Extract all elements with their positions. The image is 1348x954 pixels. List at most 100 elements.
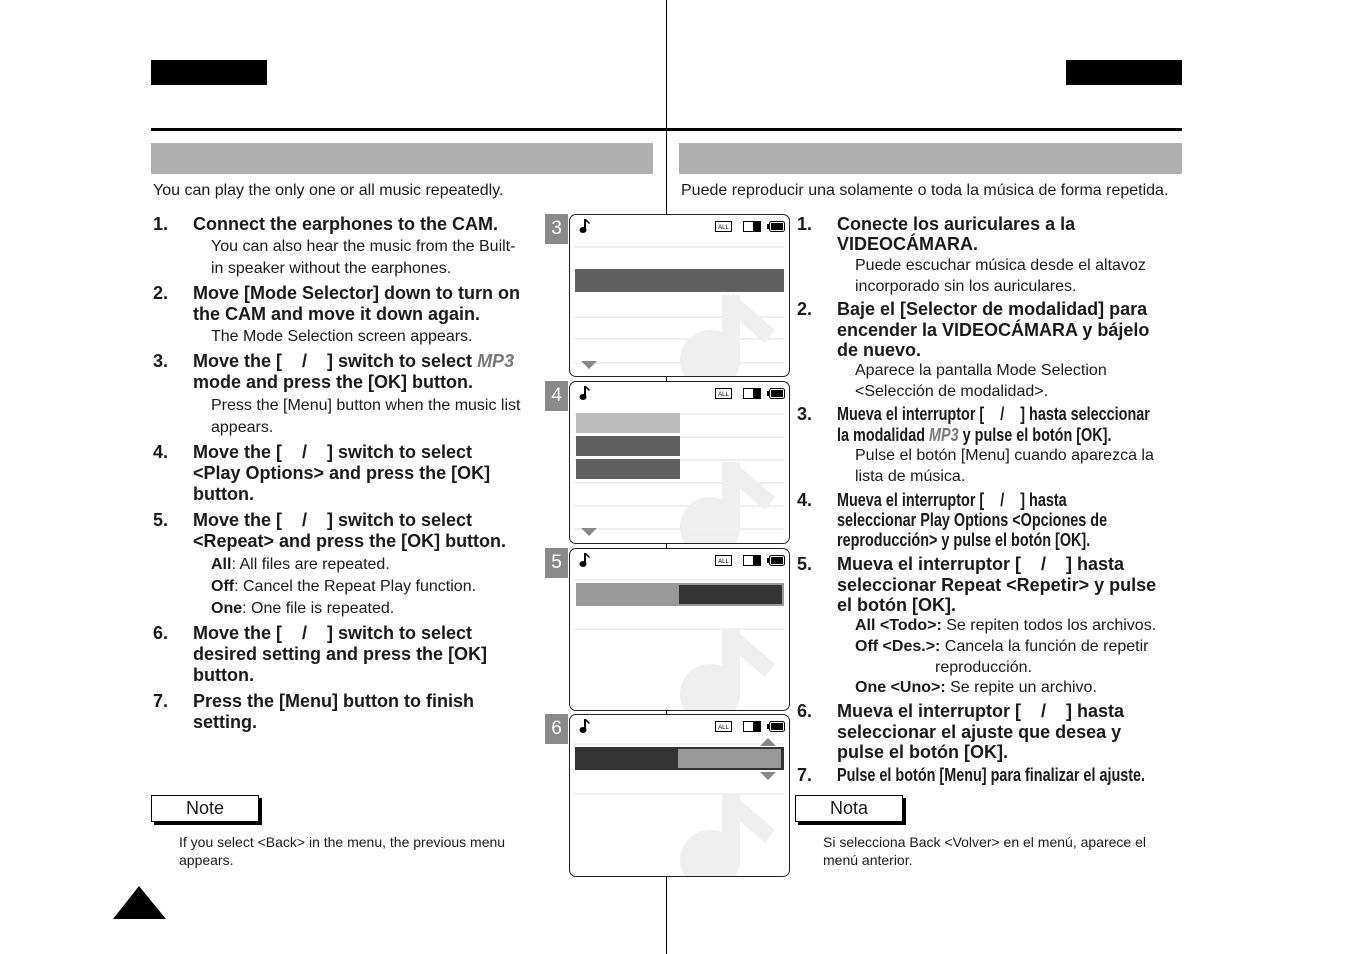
svg-text:ALL: ALL	[718, 559, 729, 565]
section-title-bar-spanish	[679, 143, 1182, 174]
option-desc: Se repite un archivo.	[945, 679, 1097, 696]
battery-icon	[767, 721, 785, 732]
option-all: All: All files are repeated.	[211, 554, 390, 576]
header-rule	[151, 128, 1182, 131]
step-subtext: You can also hear the music from the Bui…	[211, 238, 516, 277]
step-text: Baje el [Selector de modalidad] para enc…	[837, 299, 1150, 360]
menu-divider	[575, 482, 784, 484]
option-off: Off: Cancel the Repeat Play function.	[211, 576, 476, 598]
svg-text:ALL: ALL	[718, 725, 729, 731]
menu-divider	[575, 316, 784, 318]
intro-text: Puede reproducir una solamente o toda la…	[681, 182, 1169, 199]
step-number: 2.	[797, 299, 813, 319]
lcd-screen-step-6: ALL	[569, 714, 790, 877]
menu-divider	[575, 528, 784, 530]
note-label: Note	[151, 795, 259, 822]
step-text: Connect the earphones to the CAM.	[193, 214, 499, 234]
repeat-all-icon: ALL	[715, 721, 732, 732]
repeat-value-box[interactable]	[679, 585, 782, 604]
step-number: 6.	[797, 701, 813, 721]
step-number: 6.	[153, 623, 169, 643]
step-subtext: The Mode Selection screen appears.	[211, 328, 473, 345]
scroll-down-arrow-icon[interactable]	[581, 528, 597, 536]
step-number: 3.	[797, 404, 813, 424]
repeat-value-box-selected[interactable]	[678, 749, 781, 768]
option-desc: : All files are repeated.	[231, 556, 390, 573]
music-note-icon	[579, 219, 590, 233]
menu-item[interactable]	[576, 459, 680, 479]
option-one: One <Uno>: Se repite un archivo.	[855, 677, 1097, 698]
scroll-up-arrow-icon[interactable]	[760, 738, 776, 746]
repeat-all-icon: ALL	[715, 388, 732, 399]
repeat-all-icon: ALL	[715, 221, 732, 232]
music-note-icon	[579, 553, 590, 567]
step-text: Mueva el interruptor [ / ] hasta selecci…	[837, 404, 1228, 446]
music-note-watermark	[680, 460, 775, 543]
step-number: 5.	[153, 510, 169, 530]
screen-step-number: 5	[545, 548, 568, 578]
step-subtext: Aparece la pantalla Mode Selection <Sele…	[855, 362, 1107, 400]
scroll-down-arrow-icon[interactable]	[760, 772, 776, 780]
step-text-part: y pulse el botón [OK].	[958, 425, 1112, 445]
option-desc: : One file is repeated.	[242, 600, 395, 617]
battery-icon	[767, 221, 785, 232]
step-text: Mueva el interruptor [ / ] hasta selecci…	[837, 701, 1125, 762]
svg-text:ALL: ALL	[718, 225, 729, 231]
menu-divider	[575, 743, 784, 745]
manual-page: You can play the only one or all music r…	[0, 0, 1348, 954]
internal-memory-icon	[743, 388, 761, 399]
option-off: Off <Des.>: Cancela la función de repeti…	[855, 636, 1148, 678]
step-number: 7.	[797, 765, 813, 785]
step-text: Move the [ / ] switch to select <Repeat>…	[193, 510, 507, 551]
step-text: Mueva el interruptor [ / ] hasta selecci…	[837, 490, 1175, 550]
svg-text:ALL: ALL	[718, 392, 729, 398]
step-number: 3.	[153, 351, 169, 371]
step-text: Move the [ / ] switch to select <Play Op…	[193, 442, 491, 504]
screen-step-number: 4	[545, 381, 568, 411]
step-text: Move [Mode Selector] down to turn on the…	[193, 283, 520, 324]
step-text-part: mode and press the [OK] button.	[193, 372, 474, 392]
menu-divider	[575, 362, 784, 364]
step-number: 2.	[153, 283, 169, 303]
menu-divider	[575, 793, 784, 795]
option-label: One <Uno>:	[855, 679, 946, 696]
battery-icon	[767, 388, 785, 399]
step-number: 1.	[153, 214, 169, 234]
menu-item-selected[interactable]	[576, 413, 680, 433]
step-text-condensed: Mueva el interruptor [ / ] hasta selecci…	[837, 490, 1108, 550]
music-note-watermark	[680, 793, 775, 876]
menu-item[interactable]	[576, 436, 680, 456]
menu-divider	[575, 338, 784, 340]
internal-memory-icon	[743, 221, 761, 232]
menu-divider	[575, 246, 784, 248]
lcd-screen-step-4: ALL	[569, 381, 790, 544]
mode-name: MP3	[929, 425, 959, 445]
internal-memory-icon	[743, 555, 761, 566]
step-text: Move the [ / ] switch to select MP3 mode…	[193, 351, 514, 393]
step-text: Mueva el interruptor [ / ] hasta selecci…	[837, 554, 1157, 615]
option-label: Off <Des.>:	[855, 638, 941, 655]
option-label: Off	[211, 578, 235, 595]
step-text: Conecte los auriculares a la VIDEOCÁMARA…	[837, 214, 1076, 254]
section-title-bar-english	[151, 143, 653, 174]
repeat-all-icon: ALL	[715, 555, 732, 566]
screen-step-number: 3	[545, 214, 568, 244]
step-number: 5.	[797, 554, 813, 574]
step-subtext: Pulse el botón [Menu] cuando aparezca la…	[855, 447, 1154, 485]
mode-name: MP3	[477, 351, 515, 371]
lcd-screen-step-3: ALL	[569, 214, 790, 377]
internal-memory-icon	[743, 721, 761, 732]
menu-item-highlighted[interactable]	[575, 269, 784, 292]
step-text: Pulse el botón [Menu] para finalizar el …	[837, 765, 1222, 786]
step-text: Press the [Menu] button to finish settin…	[193, 691, 474, 732]
step-subtext: Press the [Menu] button when the music l…	[211, 397, 521, 436]
step-subtext: Puede escuchar música desde el altavoz i…	[855, 257, 1146, 295]
scroll-down-arrow-icon[interactable]	[581, 361, 597, 369]
step-text: Move the [ / ] switch to select desired …	[193, 623, 488, 685]
option-label: All <Todo>:	[855, 617, 942, 634]
music-note-icon	[579, 386, 590, 400]
language-tab-spanish	[1066, 60, 1182, 85]
step-text-part: Move the [ / ] switch to select	[193, 351, 478, 371]
step-text-condensed: Pulse el botón [Menu] para finalizar el …	[837, 765, 1146, 785]
note-text: Si selecciona Back <Volver> en el menú, …	[823, 834, 1146, 868]
